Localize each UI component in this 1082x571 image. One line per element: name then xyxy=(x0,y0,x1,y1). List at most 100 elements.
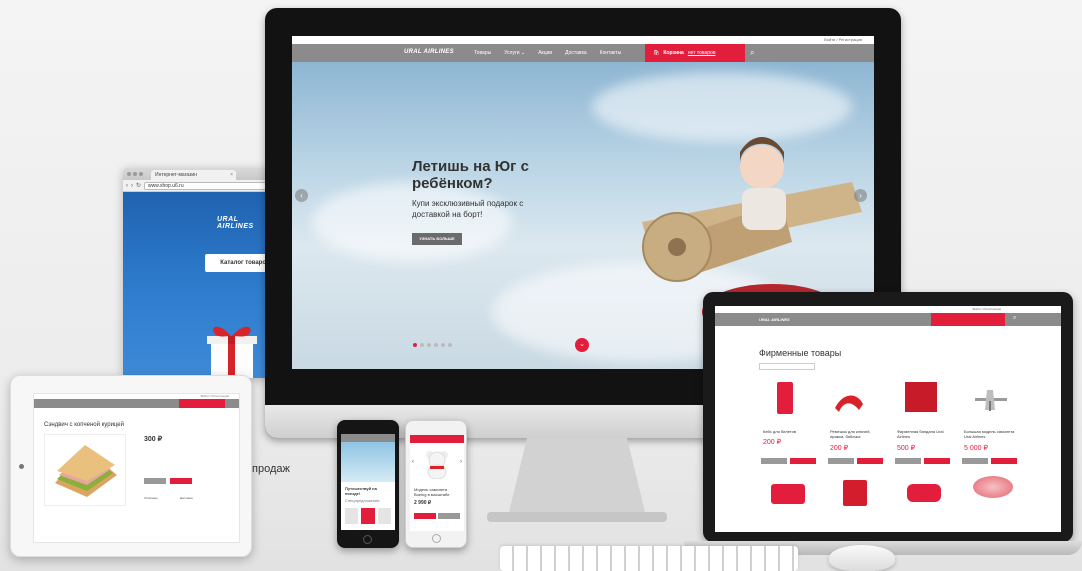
brand-logo[interactable]: URAL AIRLINES xyxy=(759,317,790,322)
product-price: 300 ₽ xyxy=(144,436,163,443)
gift-icon xyxy=(207,326,257,378)
main-nav: URAL AIRLINES Товары Услуги ⌄ Акции Дост… xyxy=(292,44,874,62)
product-image xyxy=(907,484,941,502)
nav-items: Товары Услуги ⌄ Акции Доставка Контакты xyxy=(474,44,621,62)
product-image xyxy=(843,480,867,506)
cart-status: нет товаров xyxy=(687,50,716,56)
slider-dot[interactable] xyxy=(441,343,445,347)
slider-prev-button[interactable]: ‹ xyxy=(295,189,308,202)
add-to-cart-button[interactable] xyxy=(924,458,950,464)
next-arrow-icon[interactable]: › xyxy=(460,459,462,465)
nav-item-promotions[interactable]: Акции xyxy=(538,50,552,56)
page-text-fragment: продаж xyxy=(252,463,290,475)
chevron-down-icon: ⌄ xyxy=(520,50,526,56)
product-title: Модель самолета Boeing в масштабе xyxy=(414,487,450,497)
cart-button[interactable] xyxy=(179,399,225,408)
home-button[interactable] xyxy=(432,534,441,543)
product-title: Сэндвич с копченой курицей xyxy=(44,422,124,428)
prev-arrow-icon[interactable]: ‹ xyxy=(412,459,414,465)
browser-tab-title: Интернет-магазин xyxy=(155,172,197,178)
forward-icon[interactable]: › xyxy=(131,183,133,189)
product-image xyxy=(771,484,805,504)
add-to-cart-button[interactable] xyxy=(790,458,816,464)
search-icon[interactable]: ⌕ xyxy=(1013,315,1016,322)
buy-button[interactable] xyxy=(895,458,921,464)
bag-icon: 🛍 xyxy=(653,50,660,56)
slider-dot[interactable] xyxy=(434,343,438,347)
product-image xyxy=(975,390,1007,411)
phone-screen: Путешествуй на поезде! Спецпредложение xyxy=(341,434,395,530)
phone-black: Путешествуй на поезде! Спецпредложение xyxy=(337,420,399,548)
reload-icon[interactable]: ↻ xyxy=(136,182,141,189)
close-icon[interactable]: × xyxy=(230,170,233,180)
address-bar[interactable]: www.shop.u6.ru xyxy=(144,181,270,190)
buy-button[interactable] xyxy=(438,513,460,519)
buy-button[interactable] xyxy=(144,478,166,484)
login-links[interactable]: Войти / Регистрация xyxy=(715,306,1061,313)
phone-screen: ‹ › Модель самолета Boeing в масштабе 2 … xyxy=(410,435,464,531)
tablet-screen: Войти / Регистрация Сэндвич с копченой к… xyxy=(33,393,240,543)
browser-page: URAL AIRLINES Каталог товаров xyxy=(123,192,273,378)
slider-next-button[interactable]: › xyxy=(854,189,867,202)
cart-button[interactable]: 🛍 Корзина нет товаров xyxy=(645,44,745,62)
slider-dot-active[interactable] xyxy=(413,343,417,347)
add-to-cart-button[interactable] xyxy=(414,513,436,519)
promo-subtitle: Спецпредложение xyxy=(345,498,380,503)
mouse xyxy=(829,545,895,571)
keyboard xyxy=(500,546,798,571)
phone-nav xyxy=(410,435,464,443)
nav-item-services-label: Услуги xyxy=(504,50,520,56)
phone-white: ‹ › Модель самолета Boeing в масштабе 2 … xyxy=(405,420,467,548)
login-links[interactable]: Войти / Регистрация xyxy=(292,36,874,44)
product-image xyxy=(973,476,1013,498)
cart-button[interactable] xyxy=(931,313,1005,326)
home-button[interactable] xyxy=(19,464,24,469)
product-name[interactable]: Фирменная бандана Ural Airlines xyxy=(897,429,951,439)
product-image xyxy=(835,395,863,412)
tablet-device: Войти / Регистрация Сэндвич с копченой к… xyxy=(10,375,252,557)
product-tabs: Описание Доставка xyxy=(144,496,193,500)
browser-tabbar: Интернет-магазин × xyxy=(123,168,273,180)
tab-delivery[interactable]: Доставка xyxy=(180,496,193,500)
slider-dot[interactable] xyxy=(448,343,452,347)
product-name[interactable]: Ремешок для ключей, пряжка, бабочка xyxy=(830,429,884,439)
teddy-bear-image xyxy=(426,451,448,479)
search-icon[interactable]: ⌕ xyxy=(750,48,754,58)
laptop-device: Войти / Регистрация URAL AIRLINES ⌕ Фирм… xyxy=(703,292,1073,542)
tab-description[interactable]: Описание xyxy=(144,496,158,500)
nav-item-services[interactable]: Услуги ⌄ xyxy=(504,50,525,56)
sort-select[interactable] xyxy=(759,363,815,370)
product-price: 200 ₽ xyxy=(763,439,782,446)
monitor-stand xyxy=(487,438,667,522)
beach-image xyxy=(341,442,395,482)
product-name[interactable]: Кейс для билетов xyxy=(763,429,817,434)
product-price: 2 990 ₽ xyxy=(414,500,432,506)
promo-title: Путешествуй на поезде! xyxy=(345,486,377,496)
nav-item-contacts[interactable]: Контакты xyxy=(600,50,622,56)
page-title: Фирменные товары xyxy=(759,348,842,358)
browser-toolbar: ‹ › ↻ www.shop.u6.ru xyxy=(123,180,273,192)
catalog-button[interactable]: Каталог товаров xyxy=(205,254,273,272)
add-to-cart-button[interactable] xyxy=(991,458,1017,464)
brand-logo[interactable]: URAL AIRLINES xyxy=(404,49,454,55)
learn-more-button[interactable]: УЗНАТЬ БОЛЬШЕ xyxy=(412,233,462,245)
window-controls[interactable] xyxy=(127,172,143,176)
browser-tab[interactable]: Интернет-магазин × xyxy=(151,170,236,180)
scroll-down-button[interactable]: ⌄ xyxy=(575,338,589,352)
buy-button[interactable] xyxy=(828,458,854,464)
buy-button[interactable] xyxy=(962,458,988,464)
slider-dot[interactable] xyxy=(420,343,424,347)
add-to-cart-button[interactable] xyxy=(857,458,883,464)
nav-item-products[interactable]: Товары xyxy=(474,50,491,56)
back-icon[interactable]: ‹ xyxy=(126,183,128,189)
add-to-cart-button[interactable] xyxy=(170,478,192,484)
tablet-nav xyxy=(34,399,239,408)
home-button[interactable] xyxy=(363,535,372,544)
nav-item-delivery[interactable]: Доставка xyxy=(565,50,586,56)
hero-subtitle: Купи эксклюзивный подарок с доставкой на… xyxy=(412,199,524,219)
product-name[interactable]: Большая модель самолета Ural Airlines xyxy=(964,429,1018,439)
slider-dot[interactable] xyxy=(427,343,431,347)
buy-button[interactable] xyxy=(761,458,787,464)
product-price: 200 ₽ xyxy=(830,445,849,452)
product-price: 500 ₽ xyxy=(897,445,916,452)
